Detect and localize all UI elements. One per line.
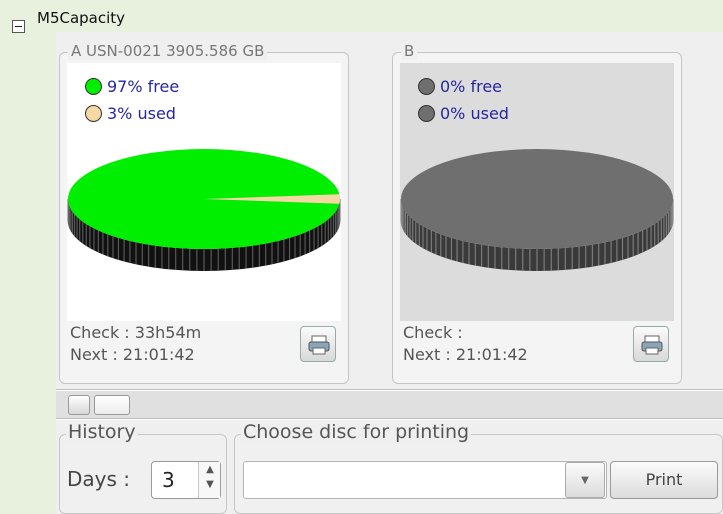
choose-title: Choose disc for printing	[241, 421, 472, 443]
scroll-left-button[interactable]	[68, 395, 90, 415]
disc-b-pie-chart	[400, 149, 674, 271]
bottom-controls: History Days : 3 ▲ ▼ Choose disc for pri…	[56, 420, 723, 514]
header-bar: M5Capacity	[0, 0, 723, 33]
disc-b-chart: 0% free 0% used	[400, 63, 674, 321]
spin-arrows[interactable]: ▲ ▼	[198, 462, 220, 498]
disc-a-free-legend: 97% free	[85, 76, 179, 96]
disc-a-free-label: 97% free	[107, 76, 180, 96]
disc-b-used-legend: 0% used	[418, 103, 509, 123]
print-button[interactable]: Print	[610, 461, 718, 499]
days-spinbox[interactable]: 3 ▲ ▼	[151, 461, 221, 499]
history-title: History	[66, 421, 138, 443]
disc-a-chart: 97% free 3% used	[67, 63, 341, 321]
printer-icon	[641, 334, 663, 356]
horizontal-scrollbar[interactable]	[56, 391, 723, 419]
disc-b-free-label: 0% free	[440, 76, 503, 96]
disc-b-free-legend: 0% free	[418, 76, 502, 96]
disc-a-next: Next : 21:01:42	[70, 345, 195, 364]
choose-disc-group: Choose disc for printing ▼ Print	[234, 421, 723, 514]
pie-top-free-slice	[401, 149, 673, 249]
content-panel: A USN-0021 3905.586 GB 97% free 3% used …	[56, 32, 723, 514]
scroll-thumb[interactable]	[94, 395, 130, 415]
disc-a-used-label: 3% used	[107, 103, 176, 123]
disc-b-check: Check :	[403, 323, 463, 342]
free-dot-icon	[85, 77, 102, 95]
disc-a-print-button[interactable]	[300, 326, 336, 362]
disc-b-print-button[interactable]	[633, 326, 669, 362]
dropdown-arrow-icon[interactable]: ▼	[565, 462, 605, 498]
used-dot-icon	[418, 104, 435, 122]
days-value[interactable]: 3	[162, 468, 175, 492]
disc-b-next: Next : 21:01:42	[403, 345, 528, 364]
disc-a-title: A USN-0021 3905.586 GB	[68, 42, 268, 60]
disc-select-dropdown[interactable]	[243, 461, 607, 499]
disc-a-check: Check : 33h54m	[70, 323, 202, 342]
disc-card-b: B 0% free 0% used Check : Next : 21:01:4…	[392, 42, 682, 384]
disc-a-used-legend: 3% used	[85, 103, 176, 123]
disc-a-pie-chart	[67, 149, 341, 271]
days-label: Days :	[67, 467, 131, 491]
history-group: History Days : 3 ▲ ▼	[59, 421, 227, 514]
disc-card-a: A USN-0021 3905.586 GB 97% free 3% used …	[59, 42, 349, 384]
disc-b-used-label: 0% used	[440, 103, 509, 123]
printer-icon	[308, 334, 330, 356]
free-dot-icon	[418, 77, 435, 95]
disc-area: A USN-0021 3905.586 GB 97% free 3% used …	[56, 32, 723, 390]
collapse-icon[interactable]	[12, 20, 25, 33]
spin-down-icon[interactable]: ▼	[199, 479, 221, 497]
disc-b-title: B	[401, 42, 418, 60]
node-title: M5Capacity	[37, 9, 126, 27]
m5capacity-window: M5Capacity A USN-0021 3905.586 GB 97% fr…	[0, 0, 723, 514]
used-dot-icon	[85, 104, 102, 122]
